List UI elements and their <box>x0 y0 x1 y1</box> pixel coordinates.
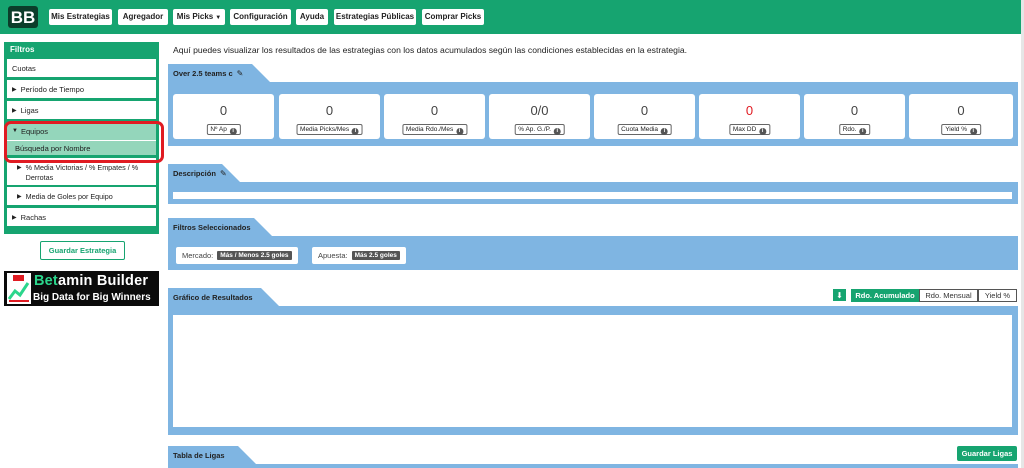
info-icon[interactable]: i <box>229 128 237 135</box>
caret-right-icon: ▶ <box>12 214 17 221</box>
intro-text: Aquí puedes visualizar los resultados de… <box>173 45 688 55</box>
stat-label: Max DD i <box>728 124 771 135</box>
filter-rachas-label: Rachas <box>20 212 47 222</box>
filter-media-victorias-label: % Media Victorias / % Empates / % Derrot… <box>25 163 139 182</box>
toggle-yield[interactable]: Yield % <box>978 289 1017 302</box>
market-filter: Mercado: Más / Menos 2.5 goles <box>176 247 298 264</box>
toggle-rdo-acumulado[interactable]: Rdo. Acumulado <box>851 289 919 302</box>
caret-right-icon: ▶ <box>17 165 22 171</box>
nav-mis-picks[interactable]: Mis Picks ▼ <box>173 9 225 25</box>
leagues-table-title: Tabla de Ligas <box>173 450 225 460</box>
filter-media-goles-label: Media de Goles por Equipo <box>25 191 113 201</box>
stat-card: 0/0 % Ap. G./P. i <box>489 94 590 139</box>
nav-ayuda[interactable]: Ayuda <box>296 9 328 25</box>
stat-card: 0 Rdo. i <box>804 94 905 139</box>
save-strategy-button[interactable]: Guardar Estrategia <box>40 241 125 260</box>
betamin-builder-banner: Betamin Builder Big Data for Big Winners <box>4 271 159 306</box>
download-icon[interactable]: ⬇ <box>833 289 846 301</box>
chart-trend-icon <box>7 273 31 304</box>
results-chart-tab: Gráfico de Resultados <box>168 288 279 306</box>
stat-value: 0 <box>957 103 965 118</box>
caret-down-icon: ▼ <box>215 15 222 21</box>
description-field[interactable] <box>173 192 1012 199</box>
bet-value-badge: Más 2.5 goles <box>351 251 400 260</box>
top-navbar: BB Mis Estrategias Agregador Mis Picks ▼ … <box>0 0 1021 34</box>
pencil-icon[interactable]: ✎ <box>220 169 227 178</box>
market-value-badge: Más / Menos 2.5 goles <box>217 251 292 260</box>
info-icon[interactable]: i <box>759 128 767 135</box>
market-label: Mercado: <box>182 251 214 260</box>
info-icon[interactable]: i <box>456 128 464 135</box>
selected-filters-tab: Filtros Seleccionados <box>168 218 272 236</box>
caret-right-icon: ▶ <box>12 107 17 114</box>
leagues-table-panel <box>168 464 1018 468</box>
description-tab[interactable]: Descripción ✎ <box>168 164 240 182</box>
info-icon[interactable]: i <box>660 128 668 135</box>
banner-title: Betamin Builder <box>34 273 149 289</box>
svg-text:BB: BB <box>11 8 36 27</box>
stat-card: 0 Media Rdo./Mes i <box>384 94 485 139</box>
caret-right-icon: ▶ <box>17 193 22 200</box>
toggle-rdo-mensual[interactable]: Rdo. Mensual <box>919 289 978 302</box>
filter-media-goles[interactable]: ▶ Media de Goles por Equipo <box>7 187 156 205</box>
info-icon[interactable]: i <box>553 128 561 135</box>
stat-label: Media Picks/Mes i <box>296 124 363 135</box>
stat-card: 0 Max DD i <box>699 94 800 139</box>
filter-cuotas-label: Cuotas <box>12 63 36 73</box>
stat-label: Rdo. i <box>838 124 871 135</box>
nav-configuracion[interactable]: Configuración <box>230 9 291 25</box>
stat-value: 0 <box>640 103 649 118</box>
stat-value: 0/0 <box>530 103 549 118</box>
nav-mis-picks-label: Mis Picks <box>176 12 214 21</box>
filter-rachas[interactable]: ▶ Rachas <box>7 208 156 226</box>
save-leagues-button[interactable]: Guardar Ligas <box>957 446 1017 461</box>
strategy-name-tab[interactable]: Over 2.5 teams c ✎ <box>168 64 270 82</box>
stat-card: 0 Nº Ap i <box>173 94 274 139</box>
selected-filters-title: Filtros Seleccionados <box>173 222 251 232</box>
stat-card: 0 Media Picks/Mes i <box>279 94 380 139</box>
nav-estrategias-publicas[interactable]: Estrategias Públicas <box>334 9 416 25</box>
stat-card: 0 Yield % i <box>909 94 1013 139</box>
filter-ligas-label: Ligas <box>20 105 39 115</box>
nav-agregador[interactable]: Agregador <box>118 9 168 25</box>
stat-label: Cuota Media i <box>617 124 672 135</box>
results-chart-title: Gráfico de Resultados <box>173 292 253 302</box>
info-icon[interactable]: i <box>351 128 359 135</box>
filter-periodo[interactable]: ▶ Período de Tiempo <box>7 80 156 98</box>
filters-header: Filtros <box>10 45 35 54</box>
pencil-icon[interactable]: ✎ <box>237 69 244 78</box>
stat-value: 0 <box>745 103 754 118</box>
banner-subtitle: Big Data for Big Winners <box>33 292 151 303</box>
stat-label: % Ap. G./P. i <box>514 124 565 135</box>
stat-value: 0 <box>430 103 439 118</box>
leagues-table-tab: Tabla de Ligas <box>168 446 256 464</box>
filter-periodo-label: Período de Tiempo <box>20 84 84 94</box>
nav-mis-estrategias[interactable]: Mis Estrategias <box>49 9 112 25</box>
stat-label: Nº Ap i <box>206 124 241 135</box>
stat-value: 0 <box>219 103 228 118</box>
strategy-name: Over 2.5 teams c <box>173 68 233 78</box>
stat-label: Yield % i <box>941 124 981 135</box>
caret-right-icon: ▶ <box>12 86 17 93</box>
info-icon[interactable]: i <box>859 128 867 135</box>
stat-value: 0 <box>850 103 859 118</box>
results-chart-area <box>173 315 1012 427</box>
nav-comprar-picks[interactable]: Comprar Picks <box>422 9 484 25</box>
description-title: Descripción <box>173 168 216 178</box>
bet-filter: Apuesta: Más 2.5 goles <box>312 247 406 264</box>
stat-card: 0 Cuota Media i <box>594 94 695 139</box>
info-icon[interactable]: i <box>969 128 977 135</box>
bet-label: Apuesta: <box>318 251 348 260</box>
betamin-logo-icon[interactable]: BB <box>6 5 40 29</box>
highlight-outline <box>4 121 164 163</box>
filter-cuotas[interactable]: Cuotas <box>7 59 156 77</box>
stat-value: 0 <box>325 103 334 118</box>
stat-label: Media Rdo./Mes i <box>401 124 468 135</box>
filter-ligas[interactable]: ▶ Ligas <box>7 101 156 119</box>
